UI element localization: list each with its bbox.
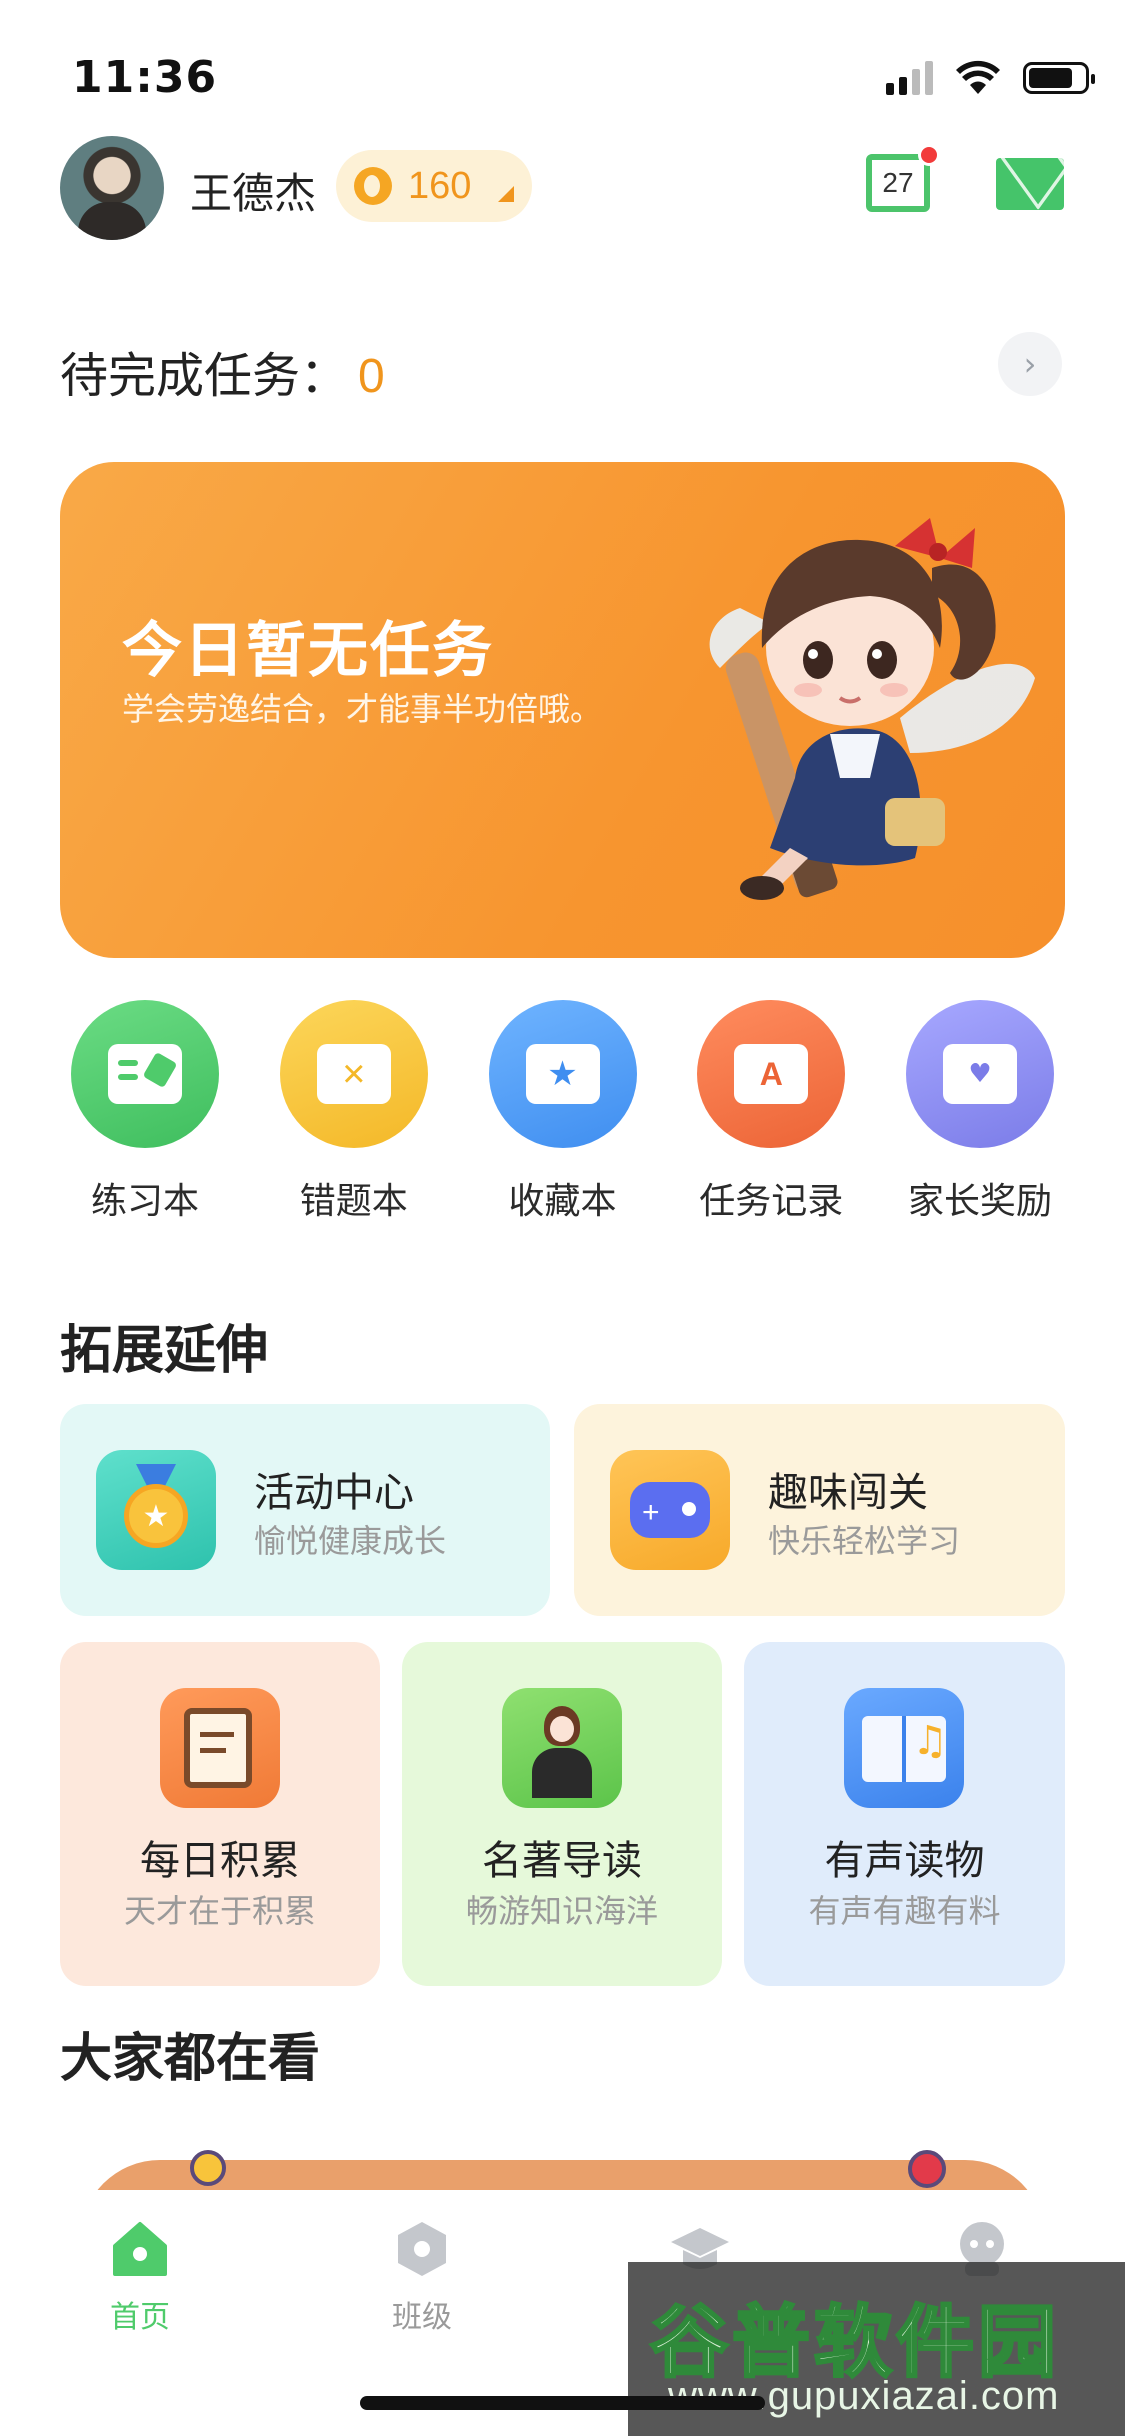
notification-dot xyxy=(918,144,940,166)
quick-label-favorites: 收藏本 xyxy=(508,1181,617,1222)
quick-label-task-log: 任务记录 xyxy=(699,1181,844,1222)
teacher-icon xyxy=(502,1688,622,1808)
hexagon-icon xyxy=(398,2222,446,2276)
quick-label-parent-reward: 家长奖励 xyxy=(907,1181,1052,1222)
card-sub-classics: 畅游知识海洋 xyxy=(465,1892,658,1930)
quick-item-practice[interactable]: 练习本 xyxy=(50,1000,240,1224)
card-sub-fun: 快乐轻松学习 xyxy=(768,1522,961,1560)
battery-icon xyxy=(1023,62,1095,94)
card-classics-guide[interactable]: 名著导读 畅游知识海洋 xyxy=(402,1642,722,1986)
coin-icon xyxy=(354,167,392,205)
section-title-popular: 大家都在看 xyxy=(60,2029,321,2089)
banner-subtitle: 学会劳逸结合，才能事半功倍哦。 xyxy=(122,690,603,728)
quick-label-practice: 练习本 xyxy=(90,1181,199,1222)
pending-label: 待完成任务： xyxy=(60,348,349,404)
gift-box-icon: ♥ xyxy=(906,1000,1054,1148)
gamepad-icon: + xyxy=(610,1450,730,1570)
tab-label-home: 首页 xyxy=(110,2300,170,2335)
status-time: 11:36 xyxy=(72,52,218,103)
tab-label-class: 班级 xyxy=(392,2300,452,2335)
chevron-right-icon[interactable]: › xyxy=(998,332,1062,396)
profile-header: 王德杰 160 27 xyxy=(60,132,1065,242)
card-daily-accumulation[interactable]: 每日积累 天才在于积累 xyxy=(60,1642,380,1986)
card-title-audio: 有声读物 xyxy=(824,1838,985,1884)
quick-actions: 练习本 × 错题本 ★ 收藏本 A 任务记录 ♥ 家长奖励 xyxy=(50,1000,1075,1224)
music-book-icon: ♫ xyxy=(844,1688,964,1808)
quick-label-mistakes: 错题本 xyxy=(299,1181,408,1222)
pending-tasks: 待完成任务： 0 xyxy=(60,336,385,406)
coin-badge[interactable]: 160 xyxy=(336,150,532,222)
record-icon: A xyxy=(697,1000,846,1148)
card-title-activity: 活动中心 xyxy=(254,1470,414,1516)
card-title-fun: 趣味闯关 xyxy=(768,1470,928,1516)
fairy-girl-illustration xyxy=(709,518,1035,900)
card-audio-books[interactable]: ♫ 有声读物 有声有趣有料 xyxy=(744,1642,1065,1986)
status-bar: 11:36 xyxy=(0,0,1125,150)
quick-item-task-log[interactable]: A 任务记录 xyxy=(676,1000,866,1224)
coin-count: 160 xyxy=(408,164,472,207)
card-sub-daily: 天才在于积累 xyxy=(123,1892,316,1930)
wifi-icon xyxy=(956,60,1000,94)
card-title-classics: 名著导读 xyxy=(482,1838,642,1884)
calendar-day: 27 xyxy=(882,167,914,198)
avatar[interactable] xyxy=(60,136,164,240)
notepad-pencil-icon xyxy=(160,1688,280,1808)
tab-class[interactable]: 班级 xyxy=(342,2218,502,2336)
banner-title: 今日暂无任务 xyxy=(122,616,494,686)
home-indicator[interactable] xyxy=(360,2396,765,2410)
mail-icon[interactable] xyxy=(996,158,1064,210)
task-banner[interactable]: 今日暂无任务 学会劳逸结合，才能事半功倍哦。 xyxy=(60,462,1065,958)
medal-icon: ★ xyxy=(96,1450,216,1570)
quick-item-mistakes[interactable]: × 错题本 xyxy=(259,1000,449,1224)
quick-item-favorites[interactable]: ★ 收藏本 xyxy=(468,1000,658,1224)
tab-home[interactable]: 首页 xyxy=(60,2218,220,2336)
calendar-icon[interactable]: 27 xyxy=(866,144,940,212)
coin-corner-icon xyxy=(498,186,514,202)
card-sub-activity: 愉悦健康成长 xyxy=(254,1522,447,1560)
card-fun-levels[interactable]: + 趣味闯关 快乐轻松学习 xyxy=(574,1404,1065,1616)
card-activity-center[interactable]: ★ 活动中心 愉悦健康成长 xyxy=(60,1404,550,1616)
card-title-daily: 每日积累 xyxy=(140,1838,300,1884)
username[interactable]: 王德杰 xyxy=(190,160,316,221)
quick-item-parent-reward[interactable]: ♥ 家长奖励 xyxy=(885,1000,1075,1224)
pending-count: 0 xyxy=(358,350,385,403)
notebook-pen-icon xyxy=(71,1000,219,1148)
star-book-icon: ★ xyxy=(488,1000,637,1148)
error-book-icon: × xyxy=(279,1000,428,1148)
cellular-signal-icon xyxy=(886,61,933,95)
section-title-extension: 拓展延伸 xyxy=(60,1321,269,1381)
card-sub-audio: 有声有趣有料 xyxy=(808,1892,1001,1930)
home-icon xyxy=(113,2222,167,2276)
status-icons xyxy=(886,60,1095,96)
